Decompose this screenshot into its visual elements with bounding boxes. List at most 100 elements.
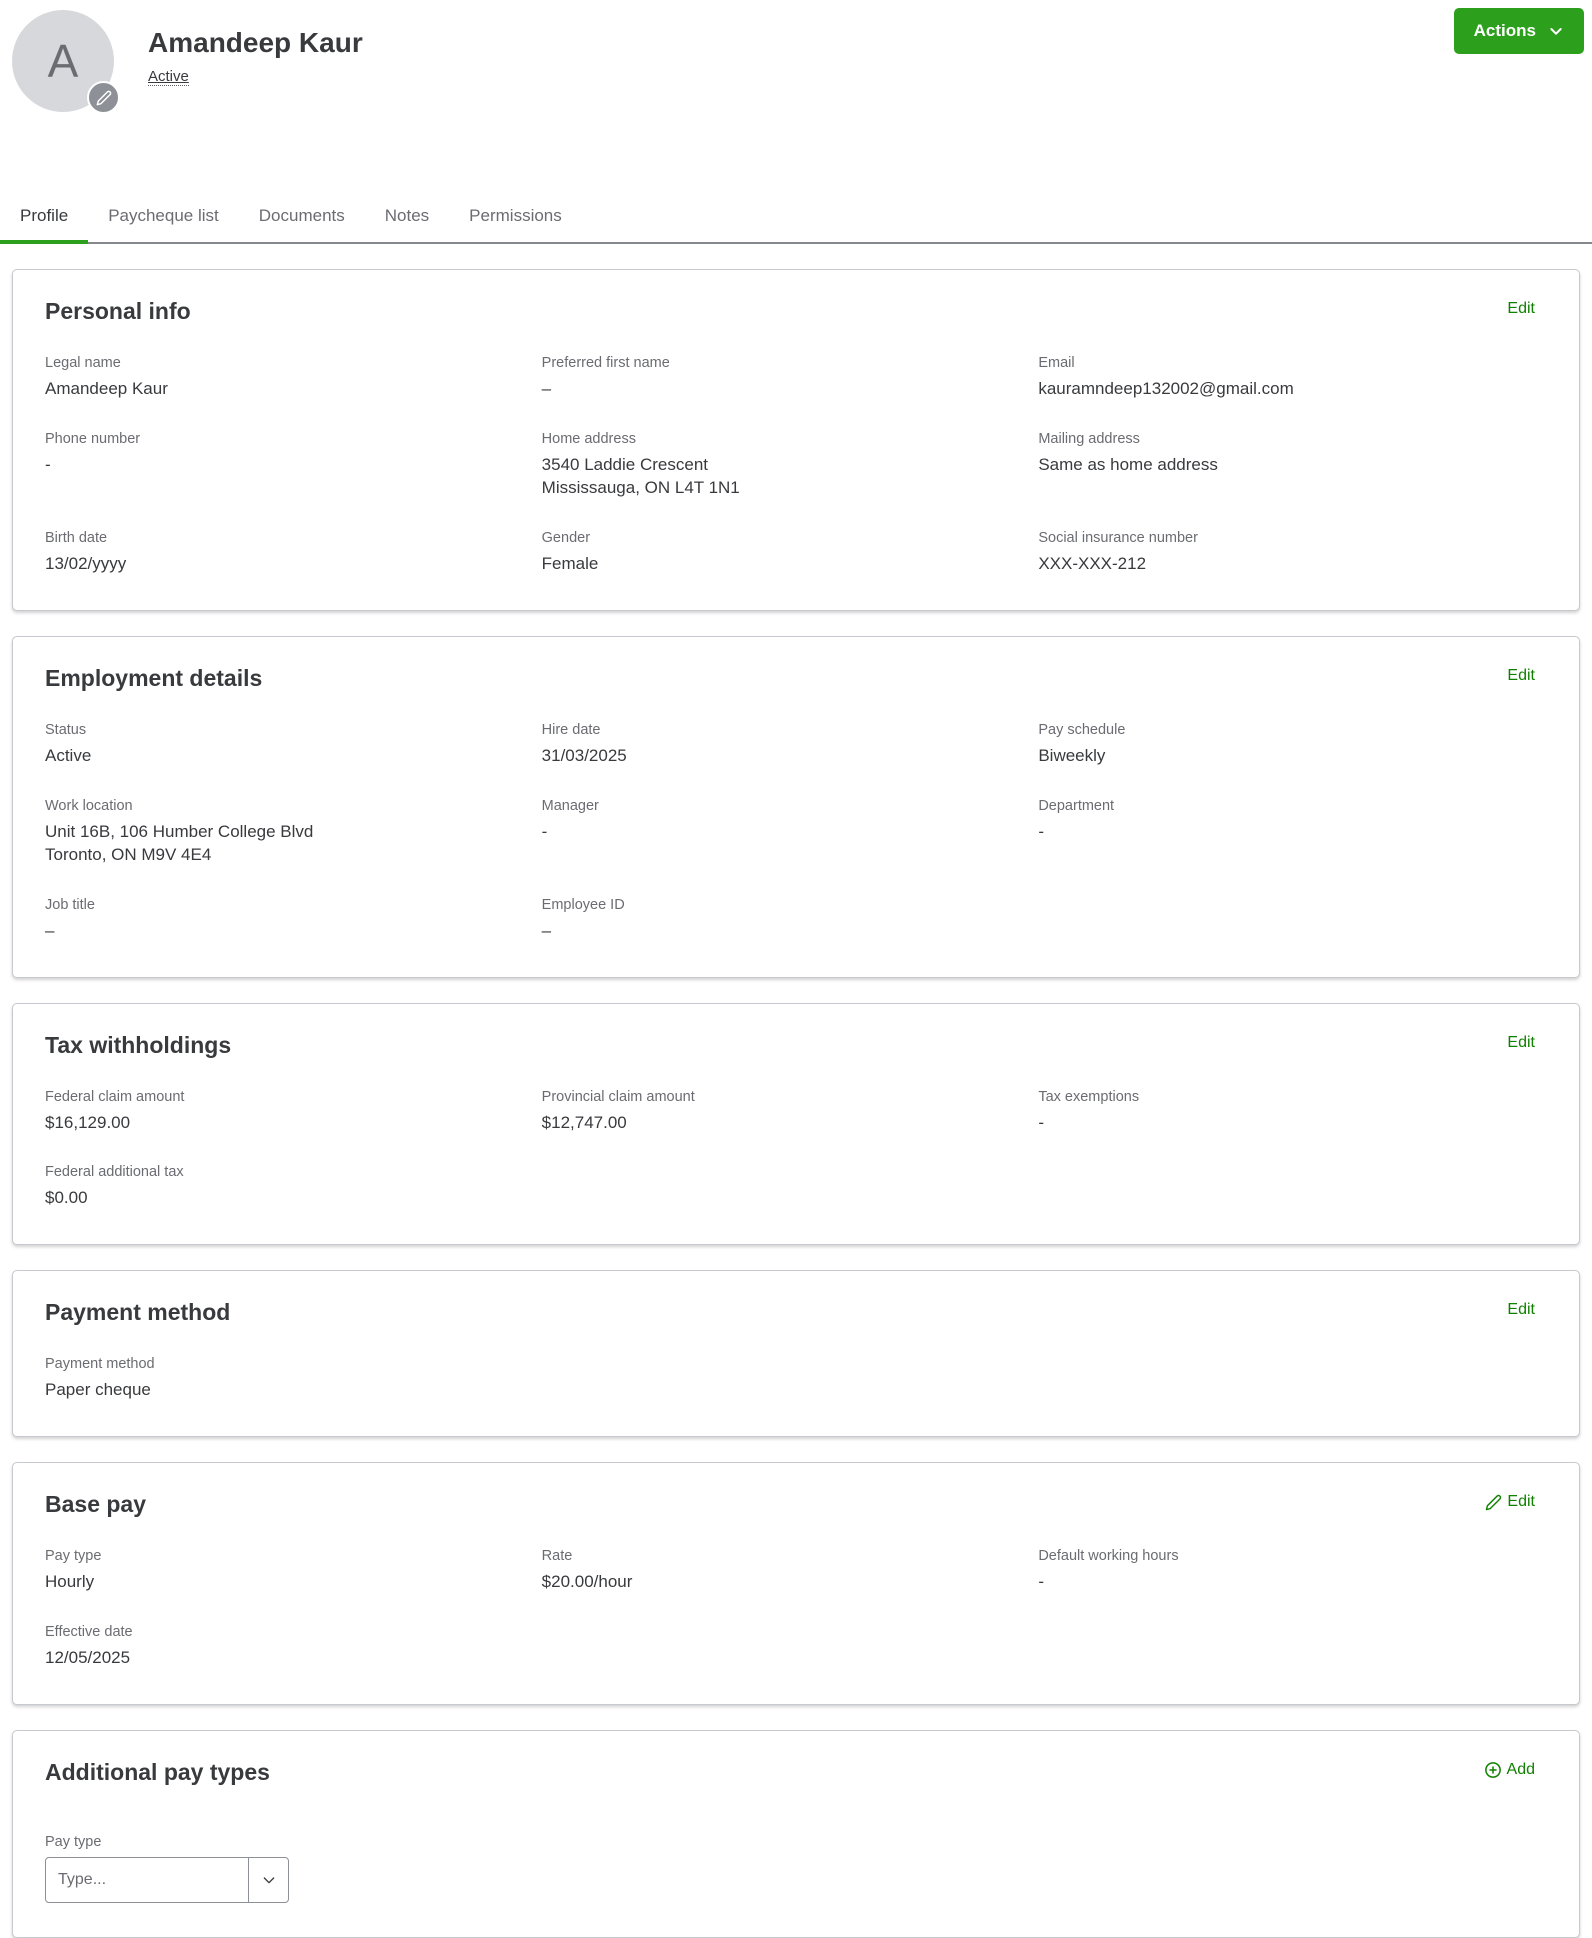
field-rate: Rate $20.00/hour	[542, 1548, 1039, 1594]
additional-pay-types-title: Additional pay types	[45, 1759, 270, 1786]
field-gender: Gender Female	[542, 530, 1039, 576]
page-header: A Amandeep Kaur Active Actions	[0, 0, 1592, 114]
pencil-icon	[96, 90, 112, 106]
payment-method-title: Payment method	[45, 1299, 231, 1326]
tab-documents[interactable]: Documents	[239, 200, 365, 242]
field-value: XXX-XXX-212	[1038, 553, 1147, 573]
field-effective-date: Effective date 12/05/2025	[45, 1624, 542, 1670]
field-value: Unit 16B, 106 Humber College Blvd Toront…	[45, 821, 314, 864]
field-label: Department	[1038, 797, 1115, 814]
field-value: 3540 Laddie Crescent Mississauga, ON L4T…	[541, 454, 740, 497]
header-text: Amandeep Kaur Active	[148, 27, 363, 86]
circle-plus-icon	[1484, 1761, 1502, 1779]
chevron-down-icon	[1548, 23, 1564, 39]
field-home-address: Home address 3540 Laddie Crescent Missis…	[542, 431, 1039, 500]
field-label: Legal name	[45, 355, 121, 371]
personal-info-edit-link[interactable]: Edit	[1507, 300, 1535, 318]
status-link[interactable]: Active	[148, 68, 189, 86]
field-status: Status Active	[45, 722, 542, 768]
field-label: Home address	[541, 430, 636, 447]
tab-bar: Profile Paycheque list Documents Notes P…	[0, 200, 1592, 244]
field-value: kauramndeep132002@gmail.com	[1038, 379, 1294, 398]
actions-button-label: Actions	[1473, 21, 1536, 40]
field-value: Biweekly	[1038, 745, 1106, 765]
field-tax-exemptions: Tax exemptions -	[1038, 1089, 1535, 1135]
main-content: Personal info Edit Legal name Amandeep K…	[0, 269, 1592, 1938]
field-value: –	[45, 920, 55, 940]
field-label: Hire date	[541, 721, 601, 738]
field-value: $20.00/hour	[541, 1572, 633, 1592]
field-value: –	[541, 920, 552, 940]
payment-method-card: Payment method Edit Payment method Paper…	[12, 1270, 1580, 1438]
pay-type-field: Pay type Type...	[45, 1834, 1535, 1904]
field-value: Active	[45, 745, 92, 765]
field-label: Effective date	[45, 1624, 133, 1641]
field-value: -	[541, 821, 548, 841]
field-label: Job title	[45, 896, 95, 913]
base-pay-edit-label: Edit	[1507, 1493, 1535, 1511]
field-payment-method: Payment method Paper cheque	[45, 1356, 542, 1402]
field-value: Female	[541, 553, 599, 573]
field-label: Phone number	[45, 430, 141, 447]
employment-details-title: Employment details	[45, 664, 263, 691]
field-value: Paper cheque	[45, 1380, 151, 1400]
base-pay-edit-link[interactable]: Edit	[1485, 1493, 1535, 1511]
field-social-insurance-number: Social insurance number XXX-XXX-212	[1038, 530, 1535, 576]
field-value: 13/02/yyyy	[45, 553, 127, 573]
avatar-edit-button[interactable]	[87, 81, 120, 114]
field-value: Hourly	[45, 1572, 95, 1592]
field-label: Gender	[541, 529, 591, 546]
field-label: Preferred first name	[541, 355, 670, 371]
field-label: Default working hours	[1038, 1548, 1179, 1565]
avatar: A	[12, 10, 120, 114]
select-chevron-down-icon	[248, 1858, 288, 1903]
tab-notes[interactable]: Notes	[365, 200, 449, 242]
field-default-working-hours: Default working hours -	[1038, 1548, 1535, 1594]
field-federal-claim-amount: Federal claim amount $16,129.00	[45, 1089, 542, 1135]
add-pay-type-label: Add	[1506, 1761, 1535, 1779]
actions-button[interactable]: Actions	[1453, 8, 1584, 54]
personal-info-card: Personal info Edit Legal name Amandeep K…	[12, 269, 1580, 611]
edit-pencil-icon	[1485, 1494, 1502, 1511]
field-value: -	[1038, 821, 1044, 841]
field-value: $12,747.00	[541, 1112, 627, 1132]
payment-method-edit-link[interactable]: Edit	[1507, 1301, 1535, 1319]
tax-withholdings-title: Tax withholdings	[45, 1031, 232, 1058]
field-label: Tax exemptions	[1038, 1088, 1140, 1105]
field-pay-schedule: Pay schedule Biweekly	[1038, 722, 1535, 768]
field-label: Mailing address	[1038, 430, 1140, 447]
field-label: Pay schedule	[1038, 721, 1126, 738]
field-label: Work location	[45, 797, 133, 814]
field-value: 31/03/2025	[541, 745, 627, 765]
field-value: -	[1038, 1112, 1044, 1132]
field-label: Birth date	[45, 529, 108, 546]
tax-withholdings-edit-link[interactable]: Edit	[1507, 1034, 1535, 1052]
field-label: Social insurance number	[1038, 529, 1198, 546]
add-pay-type-button[interactable]: Add	[1484, 1761, 1535, 1779]
tab-paycheque-list[interactable]: Paycheque list	[88, 200, 239, 242]
field-value: 12/05/2025	[45, 1648, 131, 1668]
field-value: -	[1038, 1572, 1044, 1592]
employment-details-card: Employment details Edit Status Active Hi…	[12, 635, 1580, 978]
field-label: Manager	[541, 797, 599, 814]
field-employee-id: Employee ID –	[542, 897, 1039, 943]
pay-type-select[interactable]: Type...	[45, 1857, 289, 1904]
pay-type-select-placeholder: Type...	[58, 1871, 107, 1889]
field-value: $16,129.00	[45, 1112, 131, 1132]
field-label: Pay type	[45, 1548, 102, 1565]
tab-profile[interactable]: Profile	[0, 200, 89, 244]
base-pay-card: Base pay Edit Pay type Hourly Rate $20.0…	[12, 1462, 1580, 1706]
field-work-location: Work location Unit 16B, 106 Humber Colle…	[45, 798, 542, 867]
personal-info-title: Personal info	[45, 298, 191, 324]
employment-details-edit-link[interactable]: Edit	[1507, 667, 1535, 685]
field-provincial-claim-amount: Provincial claim amount $12,747.00	[542, 1089, 1039, 1135]
avatar-initial: A	[47, 35, 79, 87]
field-pay-type: Pay type Hourly	[45, 1548, 542, 1594]
field-value: $0.00	[45, 1188, 88, 1208]
field-hire-date: Hire date 31/03/2025	[542, 722, 1039, 768]
field-department: Department -	[1038, 798, 1535, 867]
field-label: Provincial claim amount	[541, 1088, 695, 1105]
tab-permissions[interactable]: Permissions	[449, 200, 582, 242]
field-label: Federal additional tax	[45, 1164, 184, 1181]
employee-name: Amandeep Kaur	[148, 27, 363, 58]
